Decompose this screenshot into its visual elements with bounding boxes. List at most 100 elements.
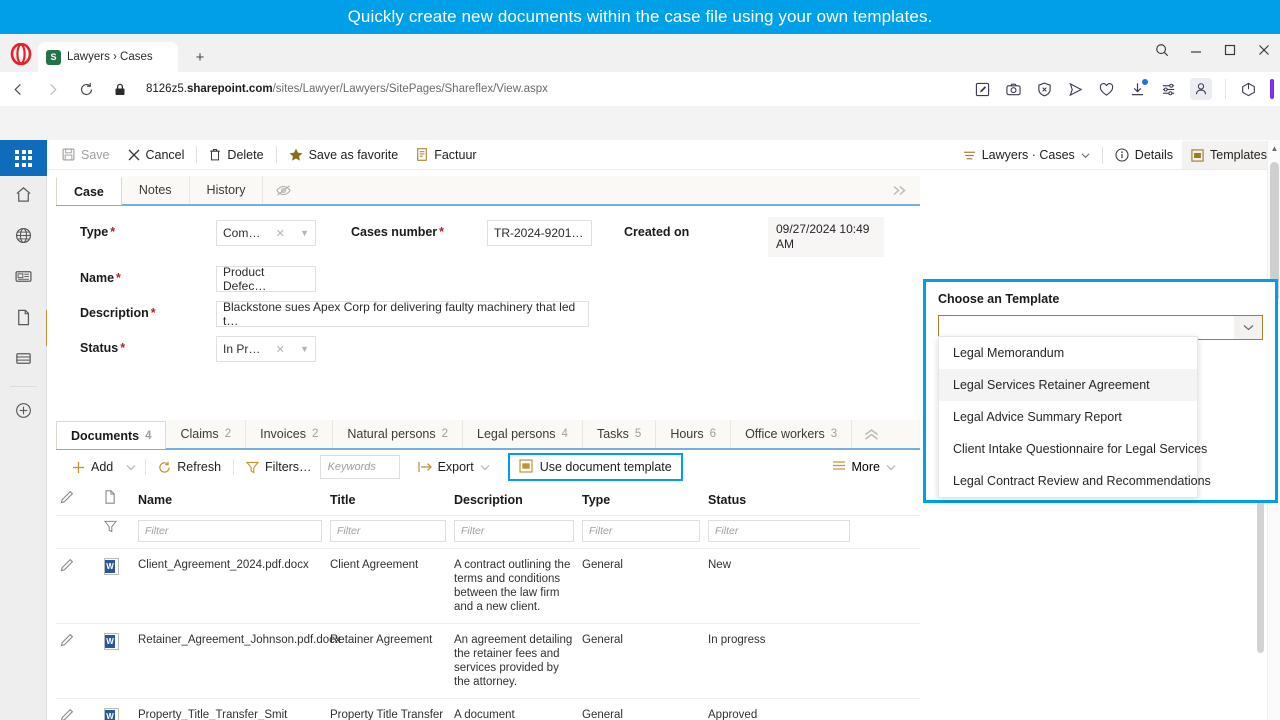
more-button[interactable]: More — [832, 460, 896, 474]
col-name-header[interactable]: Name — [134, 484, 326, 516]
browser-tab[interactable]: S Lawyers › Cases — [38, 42, 178, 72]
row-title-cell: Client Agreement — [326, 548, 450, 624]
rail-item-database[interactable] — [0, 340, 47, 381]
table-header-row: Name Title Description Type Status — [56, 484, 920, 516]
table-row[interactable]: Retainer_Agreement_Johnson.pdf.docx Reta… — [56, 623, 920, 699]
export-button[interactable]: Export — [410, 454, 498, 480]
table-row[interactable]: Property_Title_Transfer_Smit Property Ti… — [56, 698, 920, 720]
field-description-input[interactable]: Blackstone sues Apex Corp for delivering… — [216, 300, 589, 328]
address-text[interactable]: 8126z5.sharepoint.com/sites/Lawyer/Lawye… — [146, 83, 548, 95]
row-edit-cell[interactable] — [56, 698, 100, 720]
rail-item-add[interactable] — [0, 392, 47, 433]
record-pane-scroll-thumb[interactable] — [1257, 483, 1264, 653]
settings-sliders-icon[interactable] — [1159, 80, 1177, 98]
back-icon[interactable] — [8, 79, 28, 99]
clear-icon-2[interactable]: ✕ — [276, 343, 285, 356]
view-breadcrumb-button[interactable]: Lawyers · Cases — [954, 141, 1099, 169]
row-name-cell[interactable]: Property_Title_Transfer_Smit — [134, 698, 326, 720]
tab-office-workers[interactable]: Office workers 3 — [731, 420, 853, 448]
filter-toggle-cell[interactable] — [100, 515, 134, 549]
clear-icon[interactable]: ✕ — [276, 227, 285, 240]
delete-button[interactable]: Delete — [200, 141, 272, 169]
scroll-up-icon[interactable]: ▲ — [1268, 140, 1280, 156]
details-button[interactable]: Details — [1106, 141, 1182, 169]
row-edit-cell[interactable] — [56, 548, 100, 624]
tab-claims[interactable]: Claims 2 — [166, 420, 247, 448]
browser-tabstrip: S Lawyers › Cases + — [0, 34, 1280, 72]
reload-icon[interactable] — [76, 79, 96, 99]
tab-invoices[interactable]: Invoices 2 — [246, 420, 334, 448]
row-name-cell[interactable]: Client_Agreement_2024.pdf.docx — [134, 548, 326, 624]
profile-icon[interactable] — [1190, 78, 1212, 100]
shield-icon[interactable] — [1035, 80, 1053, 98]
row-name-cell[interactable]: Retainer_Agreement_Johnson.pdf.docx — [134, 623, 341, 699]
col-type-header[interactable]: Type — [578, 484, 704, 516]
save-as-favorite-button[interactable]: Save as favorite — [280, 141, 408, 169]
lock-icon[interactable] — [110, 79, 130, 99]
filter-input-name[interactable]: Filter — [138, 520, 322, 542]
tab-hours[interactable]: Hours 6 — [656, 420, 732, 448]
tab-tasks[interactable]: Tasks 5 — [582, 420, 657, 448]
factuur-button[interactable]: Factuur — [407, 141, 485, 169]
rail-item-news[interactable] — [0, 258, 47, 299]
template-option[interactable]: Legal Services Retainer Agreement — [939, 369, 1197, 401]
row-edit-cell[interactable] — [56, 623, 100, 699]
tab-documents[interactable]: Documents 4 — [56, 421, 167, 449]
add-button[interactable]: Add — [64, 454, 121, 480]
search-icon[interactable] — [1154, 42, 1170, 58]
col-status-header[interactable]: Status — [704, 484, 854, 516]
chevron-down-icon-2[interactable]: ▼ — [300, 344, 309, 354]
field-type-input[interactable]: Com… ✕ ▼ — [216, 220, 316, 246]
tab-notes[interactable]: Notes — [121, 176, 190, 204]
tab-history[interactable]: History — [189, 176, 264, 204]
new-tab-button[interactable]: + — [188, 45, 212, 69]
filter-input-description[interactable]: Filter — [454, 520, 574, 542]
app-surface: Save Cancel Delete Save as favorite Fact… — [0, 140, 1280, 720]
save-button[interactable]: Save — [53, 141, 119, 169]
chevron-double-right-icon[interactable] — [892, 176, 920, 204]
use-document-template-button[interactable]: Use document template — [507, 453, 683, 481]
forward-icon[interactable] — [42, 79, 62, 99]
template-option[interactable]: Legal Memorandum — [939, 337, 1197, 369]
workspaces-icon[interactable] — [1239, 80, 1257, 98]
edit-note-icon[interactable] — [973, 80, 991, 98]
field-cases-number-input[interactable]: TR-2024-9201… — [487, 220, 592, 246]
heart-icon[interactable] — [1097, 80, 1115, 98]
keywords-input[interactable]: Keywords — [319, 455, 400, 479]
rail-item-document[interactable] — [0, 299, 47, 340]
table-row[interactable]: Client_Agreement_2024.pdf.docx Client Ag… — [56, 548, 920, 624]
downloads-icon[interactable] — [1128, 79, 1148, 98]
snapshot-icon[interactable] — [1004, 80, 1022, 98]
template-option[interactable]: Client Intake Questionnaire for Legal Se… — [939, 433, 1207, 465]
field-status-input[interactable]: In Pr… ✕ ▼ — [216, 336, 316, 362]
template-option[interactable]: Legal Advice Summary Report — [939, 401, 1197, 433]
refresh-button[interactable]: Refresh — [150, 454, 229, 480]
tab-legal-persons[interactable]: Legal persons 4 — [463, 420, 583, 448]
add-dropdown-button[interactable] — [121, 454, 141, 480]
close-button[interactable] — [1256, 42, 1272, 58]
templates-button[interactable]: Templates — [1182, 141, 1276, 169]
tab-case[interactable]: Case — [56, 177, 122, 205]
cancel-button[interactable]: Cancel — [119, 141, 194, 169]
col-description-header[interactable]: Description — [450, 484, 578, 516]
filter-cell-spacer — [854, 515, 920, 549]
hide-eye-icon[interactable] — [263, 176, 305, 204]
col-title-header[interactable]: Title — [326, 484, 450, 516]
filters-button[interactable]: Filters… — [238, 454, 320, 480]
rail-item-home[interactable] — [0, 176, 47, 217]
filter-input-status[interactable]: Filter — [708, 520, 850, 542]
minimize-button[interactable] — [1188, 42, 1204, 58]
field-name-input[interactable]: Product Defec… — [216, 265, 316, 293]
chevron-double-up-icon[interactable] — [852, 420, 892, 448]
template-option[interactable]: Legal Contract Review and Recommendation… — [939, 465, 1211, 497]
chevron-down-icon[interactable]: ▼ — [300, 228, 309, 238]
filter-input-title[interactable]: Filter — [330, 520, 446, 542]
tab-natural-persons[interactable]: Natural persons 2 — [333, 420, 464, 448]
app-launcher-button[interactable] — [0, 140, 47, 176]
rail-item-globe[interactable] — [0, 217, 47, 258]
filter-input-type[interactable]: Filter — [582, 520, 700, 542]
maximize-button[interactable] — [1222, 42, 1238, 58]
send-icon[interactable] — [1066, 80, 1084, 98]
chevron-down-icon-6[interactable] — [1234, 316, 1262, 339]
sidebar-toggle[interactable] — [1270, 79, 1274, 99]
